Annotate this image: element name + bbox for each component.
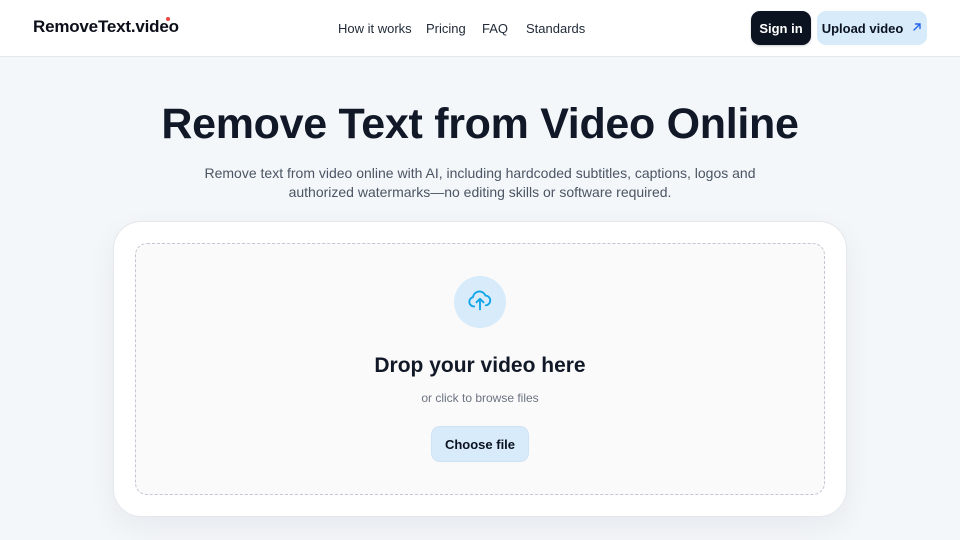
- nav-faq[interactable]: FAQ: [482, 21, 508, 36]
- page-subtitle: Remove text from video online with AI, i…: [200, 164, 760, 202]
- arrow-up-right-icon: [912, 22, 922, 35]
- upload-video-label: Upload video: [821, 20, 904, 36]
- upload-icon-badge: [454, 276, 506, 328]
- choose-file-label: Choose file: [444, 436, 516, 452]
- main-nav: How it works Pricing FAQ Standards: [0, 21, 960, 37]
- sign-in-label: Sign in: [759, 20, 803, 36]
- dropzone-hint: or click to browse files: [421, 391, 539, 405]
- sign-in-button[interactable]: Sign in: [751, 11, 811, 45]
- dropzone-title: Drop your video here: [374, 354, 586, 377]
- cloud-upload-icon: [466, 286, 494, 319]
- subtitle-line-2: authorized watermarks—no editing skills …: [288, 184, 672, 200]
- choose-file-button[interactable]: Choose file: [431, 426, 529, 462]
- subtitle-line-1: Remove text from video online with AI, i…: [204, 165, 756, 181]
- nav-pricing[interactable]: Pricing: [426, 21, 466, 36]
- site-header: RemoveText.video How it works Pricing FA…: [0, 0, 960, 57]
- page-title: Remove Text from Video Online: [161, 100, 799, 148]
- nav-standards[interactable]: Standards: [526, 21, 585, 36]
- nav-how-it-works[interactable]: How it works: [338, 21, 412, 36]
- upload-video-button[interactable]: Upload video: [817, 11, 927, 45]
